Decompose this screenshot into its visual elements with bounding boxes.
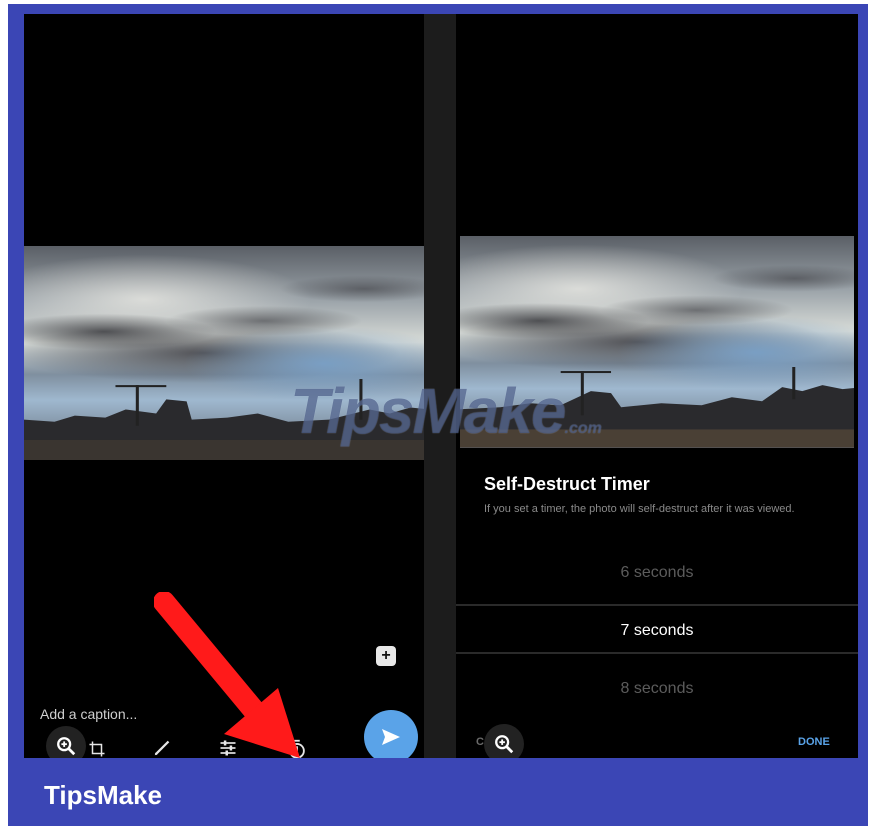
timer-description: If you set a timer, the photo will self-… bbox=[484, 503, 795, 515]
watermark: TipsMake.com bbox=[290, 375, 602, 447]
send-button[interactable] bbox=[364, 710, 418, 758]
divider-line bbox=[456, 652, 858, 654]
divider-line bbox=[456, 604, 858, 606]
done-button[interactable]: DONE bbox=[798, 736, 830, 748]
send-icon bbox=[382, 729, 400, 745]
red-arrow-annotation bbox=[154, 592, 300, 758]
brand-label: TipsMake bbox=[44, 780, 163, 810]
timer-title: Self-Destruct Timer bbox=[484, 474, 650, 494]
zoom-in-icon bbox=[484, 724, 524, 758]
timer-option-8[interactable]: 8 seconds bbox=[456, 680, 858, 698]
timer-option-6[interactable]: 6 seconds bbox=[456, 564, 858, 582]
timer-option-7[interactable]: 7 seconds bbox=[456, 622, 858, 640]
zoom-in-icon bbox=[46, 726, 86, 758]
caption-input[interactable]: Add a caption... bbox=[40, 706, 137, 722]
add-sticker-icon[interactable]: + bbox=[376, 646, 396, 666]
crop-icon[interactable] bbox=[88, 740, 106, 758]
